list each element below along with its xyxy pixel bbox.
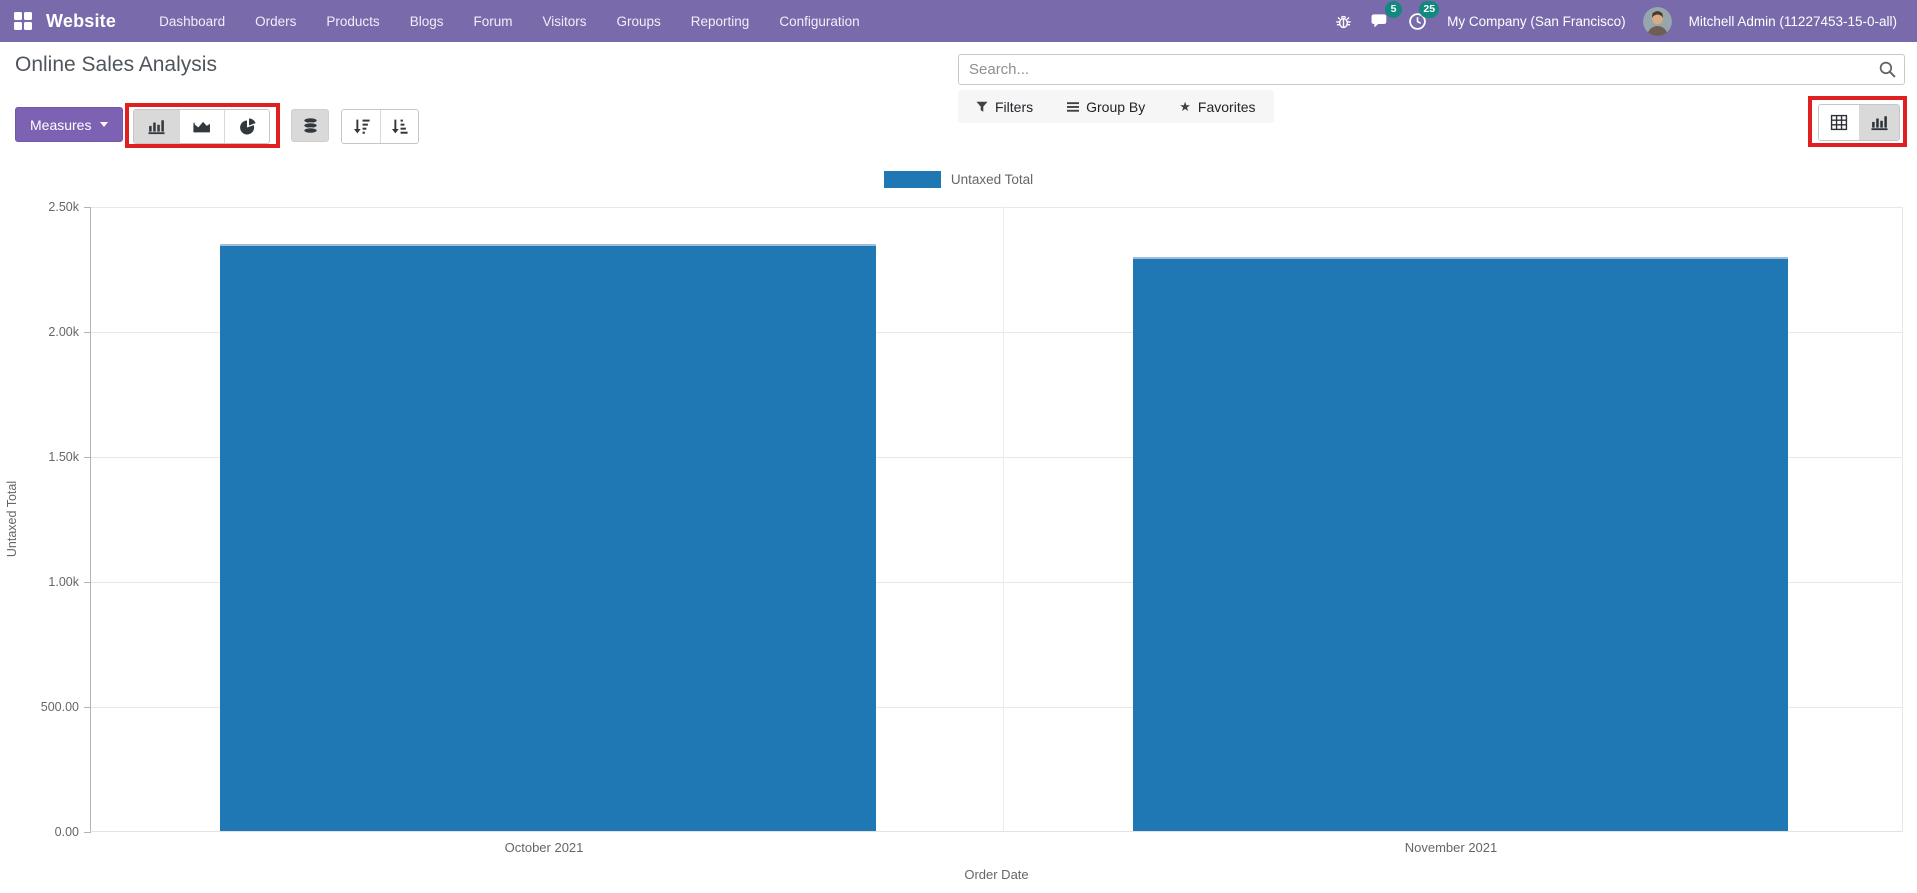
category-divider-gridline [1003,207,1004,831]
measures-label: Measures [30,117,91,133]
tick-mark [84,332,91,333]
page-title: Online Sales Analysis [15,53,217,77]
messages-badge: 5 [1385,1,1402,18]
tick-mark [84,207,91,208]
bar-november-2021[interactable] [1133,257,1788,831]
filter-row: Filters Group By Favorites [958,90,1274,123]
gridline [91,207,1902,208]
search-box [958,54,1905,85]
menu-products[interactable]: Products [311,2,394,41]
funnel-icon [976,101,988,113]
group-by-label: Group By [1086,99,1145,115]
messages-icon[interactable]: 5 [1367,8,1393,34]
sort-ascending-button[interactable] [380,110,418,143]
menu-blogs[interactable]: Blogs [395,2,459,41]
menu-forum[interactable]: Forum [458,2,527,41]
chevron-down-icon [100,122,108,127]
x-tick-label: November 2021 [1405,840,1498,855]
star-icon [1179,98,1191,115]
user-avatar[interactable] [1643,7,1672,36]
menu-dashboard[interactable]: Dashboard [144,2,240,41]
search-icon[interactable] [1879,61,1896,83]
group-by-icon [1067,101,1079,113]
navbar-left: Website Dashboard Orders Products Blogs … [14,2,875,41]
activities-badge: 25 [1419,1,1439,18]
group-by-button[interactable]: Group By [1067,99,1145,115]
app-name[interactable]: Website [46,11,116,32]
user-menu[interactable]: Mitchell Admin (11227453-15-0-all) [1683,14,1903,29]
company-switcher[interactable]: My Company (San Francisco) [1441,14,1632,29]
view-switcher [1818,104,1900,141]
bar-october-2021[interactable] [220,244,876,831]
graph-view-button[interactable] [1859,105,1899,140]
y-tick-label: 1.50k [48,450,79,464]
tick-mark [84,707,91,708]
favorites-button[interactable]: Favorites [1179,98,1255,115]
top-navbar: Website Dashboard Orders Products Blogs … [0,0,1917,42]
y-tick-label: 2.50k [48,200,79,214]
debug-bug-icon[interactable] [1330,8,1356,34]
menu-reporting[interactable]: Reporting [676,2,765,41]
chart-type-group [133,109,270,144]
pie-chart-button[interactable] [224,110,269,143]
legend-label: Untaxed Total [951,172,1033,187]
legend-swatch [884,171,941,188]
favorites-label: Favorites [1198,99,1256,115]
y-tick-label: 0.00 [55,825,79,839]
sort-descending-button[interactable] [342,110,380,143]
menu-visitors[interactable]: Visitors [527,2,601,41]
y-tick-label: 1.00k [48,575,79,589]
area-chart-button[interactable] [179,110,224,143]
tick-mark [84,832,91,833]
measures-button[interactable]: Measures [15,107,123,142]
navbar-right: 5 25 My Company (San Francisco) Mitchell… [1330,7,1903,36]
menu-orders[interactable]: Orders [240,2,311,41]
stacked-toggle-button[interactable] [291,109,329,142]
y-tick-label: 500.00 [41,700,79,714]
activities-clock-icon[interactable]: 25 [1404,8,1430,34]
chart-plot-area: Untaxed Total 2.50k 2.00k 1.50k 1.00k 50… [90,207,1903,832]
app-window: Website Dashboard Orders Products Blogs … [0,0,1917,893]
menu-groups[interactable]: Groups [602,2,676,41]
apps-menu-icon[interactable] [14,12,32,30]
x-axis-title: Order Date [964,867,1028,882]
filters-label: Filters [995,99,1033,115]
search-input[interactable] [958,54,1905,85]
pivot-view-button[interactable] [1819,105,1859,140]
x-tick-label: October 2021 [505,840,584,855]
y-tick-label: 2.00k [48,325,79,339]
filters-button[interactable]: Filters [976,99,1033,115]
tick-mark [84,457,91,458]
menu-configuration[interactable]: Configuration [764,2,874,41]
bar-chart-button[interactable] [134,110,179,143]
y-axis-title: Untaxed Total [5,207,19,831]
chart-legend[interactable]: Untaxed Total [0,171,1917,188]
main-menu: Dashboard Orders Products Blogs Forum Vi… [144,2,875,41]
tick-mark [84,582,91,583]
sort-group [341,109,419,144]
